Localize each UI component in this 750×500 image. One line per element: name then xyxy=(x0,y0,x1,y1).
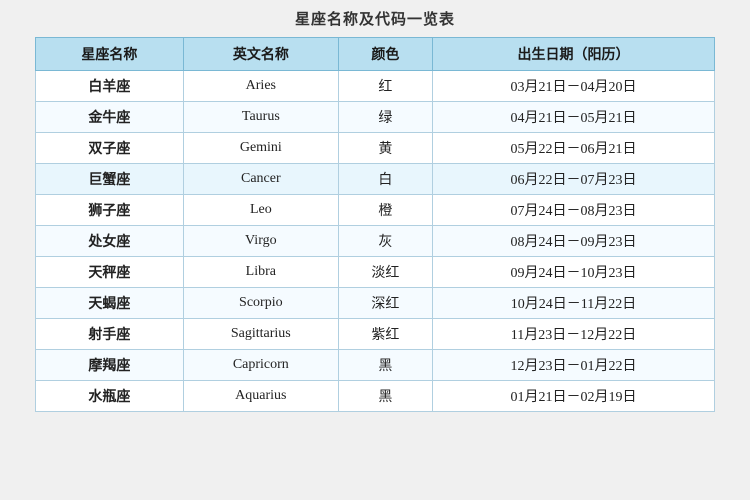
cell-8-0: 射手座 xyxy=(36,319,184,350)
cell-9-3: 12月23日－01月22日 xyxy=(432,350,714,381)
header-cn-name: 星座名称 xyxy=(36,38,184,71)
cell-5-2: 灰 xyxy=(338,226,432,257)
cell-10-1: Aquarius xyxy=(183,381,338,412)
table-row: 处女座Virgo灰08月24日－09月23日 xyxy=(36,226,715,257)
cell-8-2: 紫红 xyxy=(338,319,432,350)
cell-1-0: 金牛座 xyxy=(36,102,184,133)
cell-6-2: 淡红 xyxy=(338,257,432,288)
table-row: 天秤座Libra淡红09月24日－10月23日 xyxy=(36,257,715,288)
cell-10-0: 水瓶座 xyxy=(36,381,184,412)
cell-6-3: 09月24日－10月23日 xyxy=(432,257,714,288)
cell-4-3: 07月24日－08月23日 xyxy=(432,195,714,226)
cell-4-2: 橙 xyxy=(338,195,432,226)
table-row: 白羊座Aries红03月21日－04月20日 xyxy=(36,71,715,102)
table-header-row: 星座名称 英文名称 颜色 出生日期（阳历） xyxy=(36,38,715,71)
cell-9-0: 摩羯座 xyxy=(36,350,184,381)
cell-3-2: 白 xyxy=(338,164,432,195)
table-row: 水瓶座Aquarius黑01月21日－02月19日 xyxy=(36,381,715,412)
cell-0-2: 红 xyxy=(338,71,432,102)
table-row: 射手座Sagittarius紫红11月23日－12月22日 xyxy=(36,319,715,350)
cell-5-1: Virgo xyxy=(183,226,338,257)
cell-6-0: 天秤座 xyxy=(36,257,184,288)
cell-8-3: 11月23日－12月22日 xyxy=(432,319,714,350)
header-en-name: 英文名称 xyxy=(183,38,338,71)
cell-6-1: Libra xyxy=(183,257,338,288)
table-row: 双子座Gemini黄05月22日－06月21日 xyxy=(36,133,715,164)
cell-2-1: Gemini xyxy=(183,133,338,164)
cell-7-1: Scorpio xyxy=(183,288,338,319)
cell-9-2: 黑 xyxy=(338,350,432,381)
cell-3-1: Cancer xyxy=(183,164,338,195)
cell-5-3: 08月24日－09月23日 xyxy=(432,226,714,257)
cell-4-0: 狮子座 xyxy=(36,195,184,226)
table-row: 摩羯座Capricorn黑12月23日－01月22日 xyxy=(36,350,715,381)
cell-9-1: Capricorn xyxy=(183,350,338,381)
cell-0-1: Aries xyxy=(183,71,338,102)
page-title: 星座名称及代码一览表 xyxy=(295,8,455,29)
zodiac-table: 星座名称 英文名称 颜色 出生日期（阳历） 白羊座Aries红03月21日－04… xyxy=(35,37,715,412)
cell-1-2: 绿 xyxy=(338,102,432,133)
cell-7-3: 10月24日－11月22日 xyxy=(432,288,714,319)
cell-3-3: 06月22日－07月23日 xyxy=(432,164,714,195)
header-color: 颜色 xyxy=(338,38,432,71)
cell-3-0: 巨蟹座 xyxy=(36,164,184,195)
table-row: 金牛座Taurus绿04月21日－05月21日 xyxy=(36,102,715,133)
cell-5-0: 处女座 xyxy=(36,226,184,257)
header-date: 出生日期（阳历） xyxy=(432,38,714,71)
table-row: 狮子座Leo橙07月24日－08月23日 xyxy=(36,195,715,226)
table-row: 巨蟹座Cancer白06月22日－07月23日 xyxy=(36,164,715,195)
cell-0-0: 白羊座 xyxy=(36,71,184,102)
cell-0-3: 03月21日－04月20日 xyxy=(432,71,714,102)
cell-2-0: 双子座 xyxy=(36,133,184,164)
table-row: 天蝎座Scorpio深红10月24日－11月22日 xyxy=(36,288,715,319)
cell-4-1: Leo xyxy=(183,195,338,226)
cell-8-1: Sagittarius xyxy=(183,319,338,350)
cell-10-2: 黑 xyxy=(338,381,432,412)
cell-2-3: 05月22日－06月21日 xyxy=(432,133,714,164)
cell-1-1: Taurus xyxy=(183,102,338,133)
cell-10-3: 01月21日－02月19日 xyxy=(432,381,714,412)
cell-2-2: 黄 xyxy=(338,133,432,164)
cell-7-2: 深红 xyxy=(338,288,432,319)
cell-1-3: 04月21日－05月21日 xyxy=(432,102,714,133)
cell-7-0: 天蝎座 xyxy=(36,288,184,319)
